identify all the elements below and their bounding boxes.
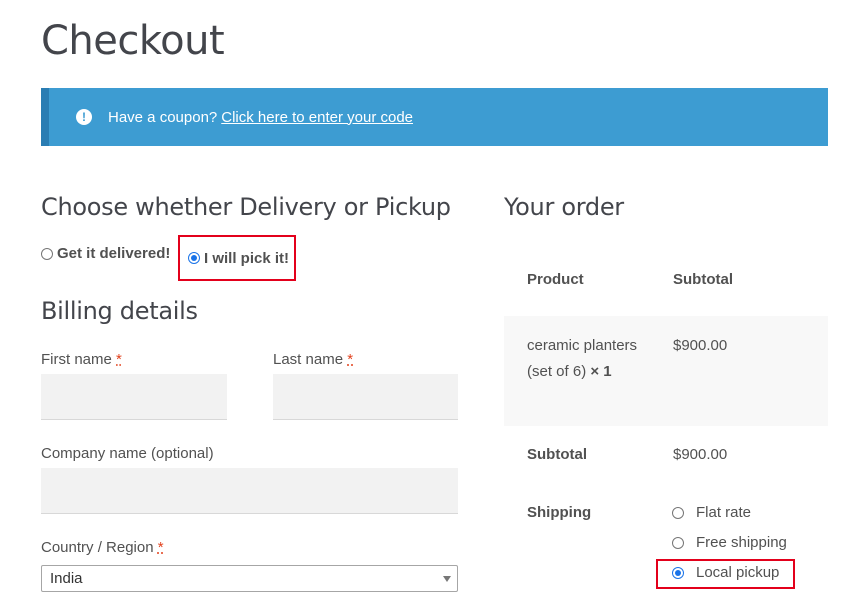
- product-qty: × 1: [590, 363, 612, 380]
- flat-rate-label: Flat rate: [696, 504, 752, 521]
- last-name-label: Last name *: [273, 351, 354, 368]
- country-value: India: [50, 570, 83, 587]
- local-pickup-radio[interactable]: [672, 566, 684, 579]
- delivered-radio[interactable]: [41, 247, 53, 260]
- company-field[interactable]: [41, 468, 458, 514]
- pickup-radio[interactable]: [188, 252, 200, 264]
- last-name-field[interactable]: [273, 374, 458, 420]
- shipping-option-free[interactable]: Free shipping: [672, 534, 787, 551]
- order-heading: Your order: [504, 193, 624, 221]
- delivery-option-delivered[interactable]: Get it delivered!: [41, 245, 170, 262]
- free-shipping-label: Free shipping: [696, 534, 787, 551]
- shipping-option-flat-rate[interactable]: Flat rate: [672, 504, 751, 521]
- country-label: Country / Region *: [41, 539, 164, 556]
- shipping-label: Shipping: [527, 504, 592, 521]
- flat-rate-radio[interactable]: [672, 506, 684, 519]
- delivery-heading: Choose whether Delivery or Pickup: [41, 193, 451, 221]
- country-select[interactable]: India: [41, 565, 458, 592]
- coupon-text: Have a coupon?: [108, 108, 218, 126]
- product-price: $900.00: [673, 337, 728, 354]
- billing-heading: Billing details: [41, 297, 198, 325]
- subtotal-value: $900.00: [673, 446, 728, 463]
- required-mark: *: [116, 351, 122, 368]
- coupon-link[interactable]: Click here to enter your code: [221, 109, 413, 126]
- local-pickup-label: Local pickup: [696, 564, 780, 581]
- product-column-header: Product: [527, 271, 584, 288]
- first-name-field[interactable]: [41, 374, 227, 420]
- delivery-option-pickup[interactable]: I will pick it!: [178, 235, 296, 281]
- subtotal-label: Subtotal: [527, 446, 587, 463]
- delivered-label: Get it delivered!: [57, 245, 171, 262]
- required-mark: *: [347, 351, 354, 368]
- required-mark: *: [157, 539, 164, 556]
- product-name: ceramic planters (set of 6) × 1: [527, 337, 638, 380]
- free-shipping-radio[interactable]: [672, 536, 684, 549]
- pickup-label: I will pick it!: [204, 249, 290, 267]
- chevron-down-icon: [443, 576, 451, 582]
- coupon-notice: ! Have a coupon? Click here to enter you…: [41, 88, 828, 146]
- exclamation-icon: !: [76, 109, 92, 125]
- shipping-option-local-pickup[interactable]: Local pickup: [672, 564, 779, 581]
- page-title: Checkout: [41, 18, 225, 64]
- first-name-label: First name *: [41, 351, 122, 368]
- company-label: Company name (optional): [41, 445, 214, 462]
- subtotal-column-header: Subtotal: [673, 271, 733, 288]
